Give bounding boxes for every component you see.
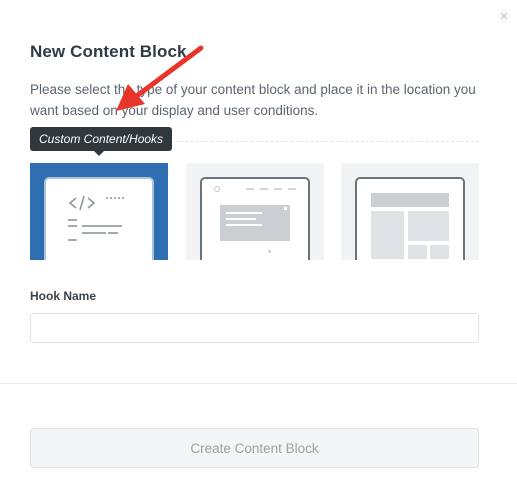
card-screen — [200, 177, 310, 260]
close-button[interactable] — [496, 8, 512, 24]
create-content-block-button[interactable]: Create Content Block — [30, 428, 479, 468]
block-type-custom-content-hooks[interactable] — [30, 163, 168, 260]
block-type-selector — [30, 163, 479, 260]
card-screen — [44, 177, 154, 260]
new-content-block-modal: New Content Block Please select the type… — [0, 0, 517, 498]
hook-name-input[interactable] — [30, 313, 479, 343]
layout-icon — [371, 193, 449, 260]
hook-name-label: Hook Name — [30, 289, 97, 303]
close-icon — [500, 12, 508, 20]
code-icon — [68, 195, 124, 241]
modal-description: Please select the type of your content b… — [30, 82, 476, 118]
modal-title: New Content Block — [30, 42, 187, 61]
card-screen — [355, 177, 465, 260]
block-type-popup[interactable] — [186, 163, 324, 260]
footer-divider — [0, 383, 517, 384]
popup-icon — [214, 186, 296, 253]
block-type-tooltip: Custom Content/Hooks — [30, 127, 173, 156]
block-type-layout[interactable] — [341, 163, 479, 260]
